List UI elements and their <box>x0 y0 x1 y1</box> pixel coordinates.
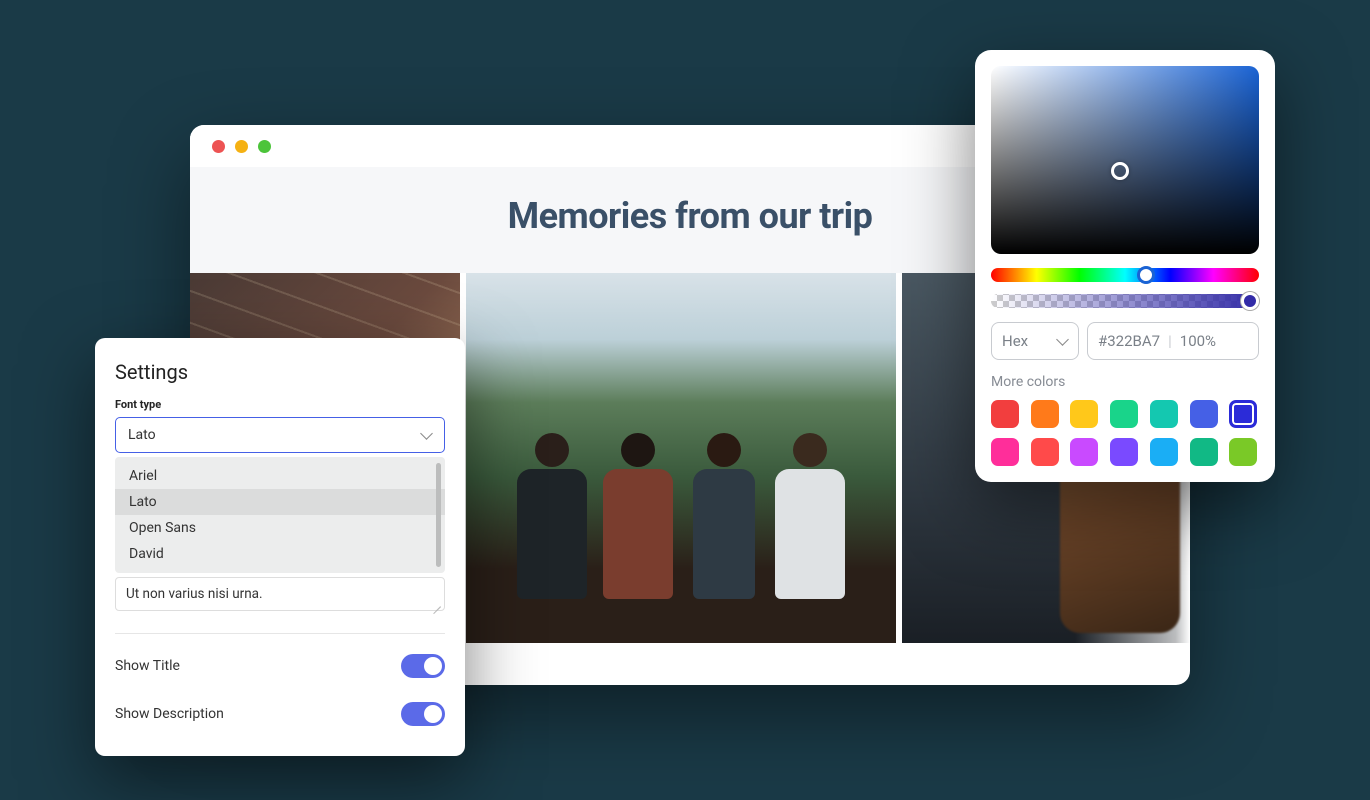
separator: | <box>1168 332 1172 350</box>
hue-slider[interactable] <box>991 268 1259 282</box>
show-title-label: Show Title <box>115 658 180 674</box>
color-swatch[interactable] <box>1031 400 1059 428</box>
color-swatch[interactable] <box>1190 400 1218 428</box>
hex-row: Hex #322BA7 | 100% <box>991 322 1259 360</box>
color-swatch[interactable] <box>1031 438 1059 466</box>
font-option[interactable]: Ariel <box>115 463 445 489</box>
font-option[interactable]: Open Sans <box>115 515 445 541</box>
description-value: Ut non varius nisi urna. <box>126 586 263 602</box>
alpha-thumb-icon[interactable] <box>1241 292 1259 310</box>
color-swatch[interactable] <box>1110 438 1138 466</box>
show-description-row: Show Description <box>115 690 445 738</box>
font-type-value: Lato <box>128 427 156 443</box>
show-description-toggle[interactable] <box>401 702 445 726</box>
color-swatch[interactable] <box>1190 438 1218 466</box>
color-mode-value: Hex <box>1002 332 1028 350</box>
color-swatch[interactable] <box>1229 400 1257 428</box>
more-colors-label: More colors <box>991 374 1259 390</box>
hex-input[interactable]: #322BA7 | 100% <box>1087 322 1259 360</box>
color-swatch[interactable] <box>1150 400 1178 428</box>
close-window-icon[interactable] <box>212 140 225 153</box>
color-mode-select[interactable]: Hex <box>991 322 1079 360</box>
chevron-down-icon <box>420 429 432 441</box>
alpha-slider[interactable] <box>991 294 1259 308</box>
show-description-label: Show Description <box>115 706 224 722</box>
color-swatch[interactable] <box>991 400 1019 428</box>
minimize-window-icon[interactable] <box>235 140 248 153</box>
show-title-row: Show Title <box>115 642 445 690</box>
font-type-label: Font type <box>115 398 445 411</box>
color-swatch[interactable] <box>1150 438 1178 466</box>
font-type-dropdown: Ariel Lato Open Sans David <box>115 457 445 573</box>
color-swatch[interactable] <box>1110 400 1138 428</box>
hex-code: #322BA7 <box>1098 332 1160 350</box>
resize-handle-icon[interactable] <box>431 597 441 607</box>
color-swatch[interactable] <box>1070 438 1098 466</box>
show-title-toggle[interactable] <box>401 654 445 678</box>
font-option[interactable]: Lato <box>115 489 445 515</box>
chevron-down-icon <box>1056 335 1068 347</box>
settings-panel: Settings Font type Lato Ariel Lato Open … <box>95 338 465 756</box>
color-swatch[interactable] <box>991 438 1019 466</box>
photo-content <box>466 433 896 613</box>
maximize-window-icon[interactable] <box>258 140 271 153</box>
divider <box>115 633 445 634</box>
description-textarea[interactable]: Ut non varius nisi urna. <box>115 577 445 611</box>
color-picker-panel: Hex #322BA7 | 100% More colors <box>975 50 1275 482</box>
font-type-select[interactable]: Lato <box>115 417 445 453</box>
opacity-value: 100% <box>1180 332 1216 350</box>
settings-title: Settings <box>115 360 445 384</box>
font-option[interactable]: David <box>115 541 445 567</box>
saturation-box[interactable] <box>991 66 1259 254</box>
color-swatch[interactable] <box>1070 400 1098 428</box>
hue-thumb-icon[interactable] <box>1137 266 1155 284</box>
swatch-grid <box>991 400 1259 466</box>
gallery-image[interactable] <box>466 273 896 643</box>
color-swatch[interactable] <box>1229 438 1257 466</box>
saturation-cursor-icon[interactable] <box>1111 162 1129 180</box>
